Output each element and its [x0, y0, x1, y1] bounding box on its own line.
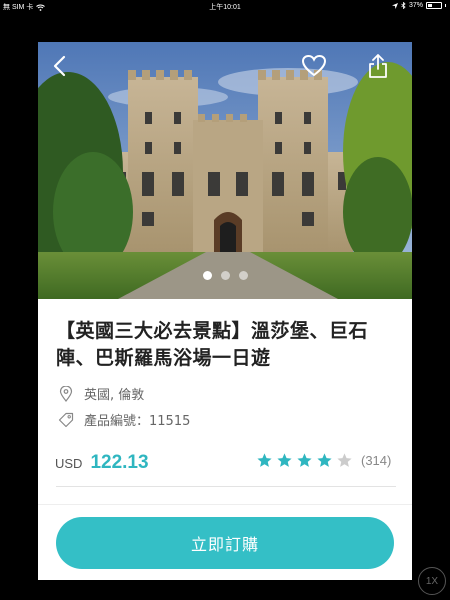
location-text: 英國, 倫敦 — [84, 388, 145, 403]
share-button[interactable] — [364, 52, 392, 80]
bluetooth-icon — [401, 2, 406, 9]
status-right: 37% — [391, 2, 446, 9]
back-button[interactable] — [46, 52, 74, 80]
carousel-indicator — [38, 271, 412, 280]
status-bar: 無 SIM 卡 上午10:01 37% — [0, 0, 450, 13]
price-value: 122.13 — [90, 452, 149, 473]
product-detail-screen: 【英國三大必去景點】溫莎堡、巨石陣、巴斯羅馬浴場一日遊 英國, 倫敦 產品編號：… — [38, 42, 412, 580]
price: USD 122.13 — [55, 452, 149, 474]
location-row: 英國, 倫敦 — [58, 384, 144, 403]
carousel-dot[interactable] — [220, 271, 230, 280]
battery-percent: 37% — [408, 2, 423, 9]
battery-icon — [426, 2, 442, 9]
product-title: 【英國三大必去景點】溫莎堡、巨石陣、巴斯羅馬浴場一日遊 — [56, 320, 369, 369]
star-filled-icon — [297, 453, 312, 467]
favorite-button[interactable] — [300, 52, 328, 80]
star-filled-icon — [257, 453, 272, 467]
share-icon — [369, 54, 387, 78]
price-currency: USD — [55, 456, 83, 471]
star-filled-icon — [317, 453, 332, 467]
carousel-dot[interactable] — [202, 271, 212, 280]
star-empty-icon — [337, 453, 352, 467]
star-filled-icon — [277, 453, 292, 467]
carousel-dot[interactable] — [238, 271, 248, 280]
hero-image[interactable] — [38, 42, 412, 299]
tag-icon — [58, 412, 74, 428]
buy-now-button[interactable]: 立即訂購 — [56, 517, 394, 569]
product-code-text: 產品編號：11515 — [84, 414, 191, 429]
map-pin-icon — [58, 385, 74, 402]
castle-photo — [38, 42, 412, 299]
chevron-left-icon — [53, 55, 66, 77]
divider — [56, 486, 396, 487]
product-code-row: 產品編號：11515 — [58, 410, 190, 429]
location-arrow-icon — [391, 2, 398, 9]
review-count: (314) — [361, 453, 392, 468]
zoom-badge[interactable]: 1X — [418, 567, 446, 595]
status-time: 上午10:01 — [209, 4, 241, 11]
rating-stars — [256, 452, 353, 469]
heart-outline-icon — [301, 54, 327, 77]
rating[interactable]: (314) — [256, 452, 391, 469]
battery-tip — [445, 4, 446, 7]
